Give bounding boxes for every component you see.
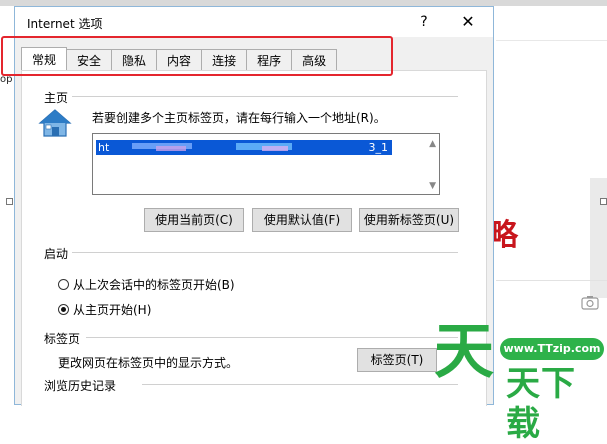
resize-handle[interactable] [6,198,13,205]
close-button[interactable]: ✕ [455,11,481,33]
radio-button-icon[interactable] [58,279,69,290]
resize-handle[interactable] [600,198,607,205]
background-page-header [496,6,607,41]
startup-option-last-session[interactable]: 从上次会话中的标签页开始(B) [58,276,235,293]
radio-button-selected-icon[interactable] [58,304,69,315]
blurred-url-segment [156,146,186,151]
homepage-hint: 若要创建多个主页标签页，请在每行输入一个地址(R)。 [92,111,386,125]
history-group-divider [142,384,458,385]
scroll-up-arrow-icon[interactable]: ▲ [429,139,436,149]
homepage-url-start: ht [98,141,110,154]
title-bar[interactable]: Internet 选项 ? ✕ [15,7,493,37]
dialog-title: Internet 选项 [27,17,103,31]
watermark-big-glyph: 天 [434,317,494,387]
tabs-group-divider [86,337,458,338]
background-divider [496,280,607,281]
blurred-url-segment [262,146,288,151]
use-new-tab-button[interactable]: 使用新标签页(U) [359,208,459,232]
history-group-label: 浏览历史记录 [44,379,117,393]
homepage-url-textarea[interactable]: ht 3_1 ▲ ▼ [92,133,440,195]
watermark-site-badge: www.TTzip.com [500,338,604,360]
camera-icon [581,296,599,310]
tabs-settings-button[interactable]: 标签页(T) [357,348,437,372]
startup-option-last-label: 从上次会话中的标签页开始(B) [73,278,235,292]
watermark-text: 天下载 [506,364,576,444]
scroll-down-arrow-icon[interactable]: ▼ [429,181,436,191]
house-icon [38,109,72,137]
homepage-group-label: 主页 [44,91,69,105]
homepage-url-end: 3_1 [368,141,389,154]
tabs-group-label: 标签页 [44,332,81,346]
help-button[interactable]: ? [413,11,435,33]
tabs-description: 更改网页在标签页中的显示方式。 [58,356,239,370]
startup-option-homepage[interactable]: 从主页开始(H) [58,301,151,318]
startup-group-divider [72,252,458,253]
tab-strip-highlight [1,36,393,76]
startup-option-home-label: 从主页开始(H) [73,303,152,317]
use-default-button[interactable]: 使用默认值(F) [252,208,352,232]
homepage-group-divider [72,96,458,97]
use-current-button[interactable]: 使用当前页(C) [144,208,244,232]
homepage-url-selection: ht 3_1 [96,140,392,155]
startup-group-label: 启动 [44,247,69,261]
